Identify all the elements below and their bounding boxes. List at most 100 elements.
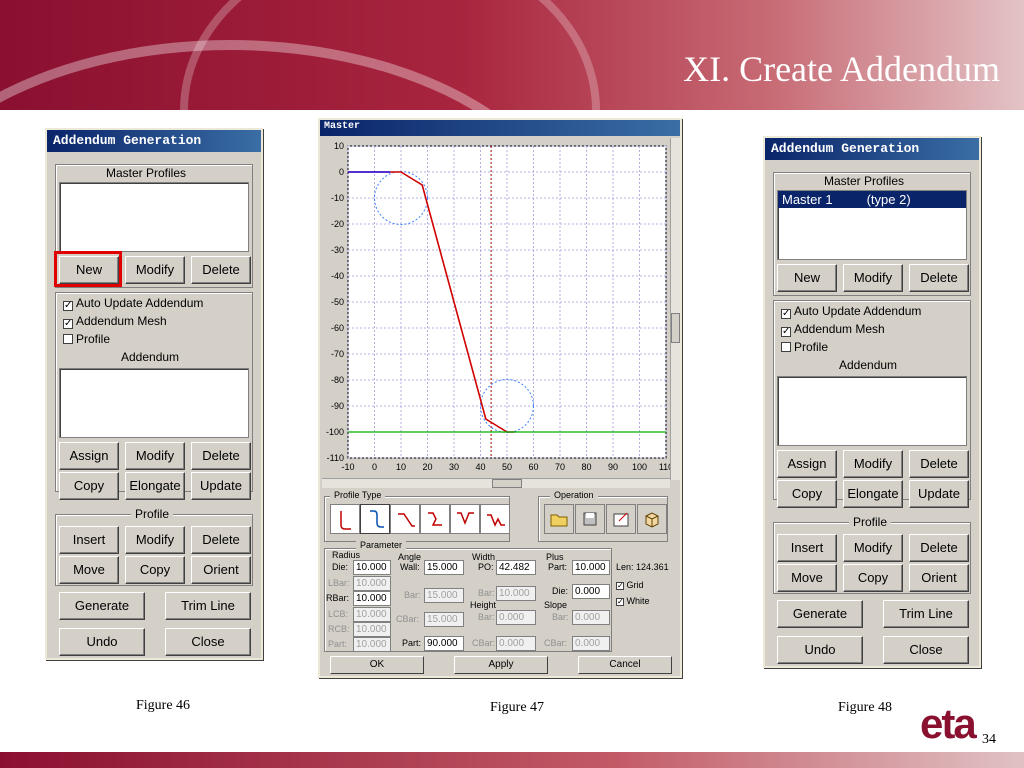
addendum-list[interactable]: [59, 368, 249, 438]
new-button[interactable]: New: [777, 264, 837, 292]
y-tick-label: -10: [331, 193, 344, 203]
angle-bar-input[interactable]: 15.000: [424, 588, 464, 603]
master-profiles-list[interactable]: Master 1 (type 2): [777, 190, 967, 260]
width-bar-input[interactable]: 10.000: [496, 586, 536, 601]
slope-bar-input[interactable]: 0.000: [572, 610, 610, 625]
slope-cbar-input[interactable]: 0.000: [572, 636, 610, 651]
edit-box-icon[interactable]: [606, 504, 636, 534]
assign-button[interactable]: Assign: [777, 450, 837, 478]
profile-type-1-icon[interactable]: [330, 504, 360, 534]
radius-label: Radius: [332, 550, 361, 560]
3d-box-icon[interactable]: [637, 504, 667, 534]
profile-type-5-icon[interactable]: [450, 504, 480, 534]
po-input[interactable]: 42.482: [496, 560, 536, 575]
open-folder-icon[interactable]: [544, 504, 574, 534]
delete-button[interactable]: Delete: [191, 526, 251, 554]
figure-48-caption: Figure 48: [838, 700, 893, 715]
part-input[interactable]: 10.000: [572, 560, 610, 575]
save-disk-icon[interactable]: [575, 504, 605, 534]
x-tick-label: -10: [341, 462, 354, 472]
x-tick-label: 10: [396, 462, 406, 472]
vertical-scrollbar[interactable]: [670, 138, 680, 480]
x-tick-label: 0: [372, 462, 377, 472]
update-button[interactable]: Update: [191, 472, 251, 500]
modify-button[interactable]: Modify: [125, 256, 185, 284]
close-button[interactable]: Close: [165, 628, 251, 656]
auto-update-addendum-checkbox[interactable]: ✓ Auto Update Addendum: [781, 304, 921, 319]
profile-checkbox[interactable]: Profile: [781, 340, 828, 354]
lbar-input[interactable]: 10.000: [353, 576, 391, 591]
undo-button[interactable]: Undo: [59, 628, 145, 656]
trim-line-button[interactable]: Trim Line: [165, 592, 251, 620]
elongate-button[interactable]: Elongate: [843, 480, 903, 508]
rcb-input[interactable]: 10.000: [353, 622, 391, 637]
profile-type-2-icon[interactable]: [360, 504, 390, 534]
modify-button[interactable]: Modify: [843, 534, 903, 562]
eta-logo: eta: [920, 700, 977, 747]
addendum-generation-window-2: Addendum Generation Master Profiles Mast…: [763, 136, 981, 668]
lcb-input[interactable]: 10.000: [353, 607, 391, 622]
modify-button[interactable]: Modify: [843, 450, 903, 478]
wall-input[interactable]: 15.000: [424, 560, 464, 575]
copy-button[interactable]: Copy: [59, 472, 119, 500]
modify-button[interactable]: Modify: [125, 442, 185, 470]
plus-die-input[interactable]: 0.000: [572, 584, 610, 599]
horizontal-scrollbar[interactable]: [322, 478, 670, 488]
update-button[interactable]: Update: [909, 480, 969, 508]
assign-button[interactable]: Assign: [59, 442, 119, 470]
profile-plot[interactable]: 100-10-20-30-40-50-60-70-80-90-100-110-1…: [322, 138, 670, 480]
addendum-list[interactable]: [777, 376, 967, 446]
delete-button[interactable]: Delete: [909, 264, 969, 292]
die-input[interactable]: 10.000: [353, 560, 391, 575]
delete-button[interactable]: Delete: [909, 450, 969, 478]
trim-line-button[interactable]: Trim Line: [883, 600, 969, 628]
profile-checkbox[interactable]: Profile: [63, 332, 110, 346]
copy-button[interactable]: Copy: [125, 556, 185, 584]
master-profiles-list[interactable]: [59, 182, 249, 252]
height-bar-input[interactable]: 0.000: [496, 610, 536, 625]
part-radius-input[interactable]: 10.000: [353, 637, 391, 652]
move-button[interactable]: Move: [777, 564, 837, 592]
rbar-input[interactable]: 10.000: [353, 591, 391, 606]
modify-button[interactable]: Modify: [843, 264, 903, 292]
scrollbar-thumb[interactable]: [492, 479, 522, 488]
undo-button[interactable]: Undo: [777, 636, 863, 664]
x-tick-label: 90: [608, 462, 618, 472]
insert-button[interactable]: Insert: [59, 526, 119, 554]
move-button[interactable]: Move: [59, 556, 119, 584]
addendum-mesh-checkbox[interactable]: ✓ Addendum Mesh: [63, 314, 167, 329]
profile-group-label: Profile: [849, 515, 892, 529]
width-cbar-input[interactable]: 0.000: [496, 636, 536, 651]
copy-button[interactable]: Copy: [777, 480, 837, 508]
generate-button[interactable]: Generate: [777, 600, 863, 628]
ok-button[interactable]: OK: [330, 656, 424, 674]
master-window: Master 10 0 -10 -20 -30 -40 -50 -60 -70 -80 -90 -10…: [318, 118, 682, 678]
profile-type-3-icon[interactable]: [390, 504, 420, 534]
list-item[interactable]: Master 1 (type 2): [778, 191, 966, 208]
window-title: Addendum Generation: [47, 130, 261, 152]
delete-button[interactable]: Delete: [191, 256, 251, 284]
angle-part-input[interactable]: 90.000: [424, 636, 464, 651]
generate-button[interactable]: Generate: [59, 592, 145, 620]
scrollbar-thumb[interactable]: [671, 313, 680, 343]
delete-button[interactable]: Delete: [191, 442, 251, 470]
orient-button[interactable]: Orient: [909, 564, 969, 592]
close-button[interactable]: Close: [883, 636, 969, 664]
profile-type-6-icon[interactable]: [480, 504, 510, 534]
modify-button[interactable]: Modify: [125, 526, 185, 554]
window-title: Master: [320, 120, 680, 136]
apply-button[interactable]: Apply: [454, 656, 548, 674]
grid-checkbox[interactable]: ✓ Grid: [616, 580, 644, 590]
cancel-button[interactable]: Cancel: [578, 656, 672, 674]
delete-button[interactable]: Delete: [909, 534, 969, 562]
elongate-button[interactable]: Elongate: [125, 472, 185, 500]
white-checkbox[interactable]: ✓ White: [616, 596, 650, 606]
orient-button[interactable]: Orient: [191, 556, 251, 584]
angle-cbar-input[interactable]: 15.000: [424, 612, 464, 627]
copy-button[interactable]: Copy: [843, 564, 903, 592]
profile-group-label: Profile: [131, 507, 174, 521]
auto-update-addendum-checkbox[interactable]: ✓ Auto Update Addendum: [63, 296, 203, 311]
profile-type-4-icon[interactable]: [420, 504, 450, 534]
addendum-mesh-checkbox[interactable]: ✓ Addendum Mesh: [781, 322, 885, 337]
insert-button[interactable]: Insert: [777, 534, 837, 562]
